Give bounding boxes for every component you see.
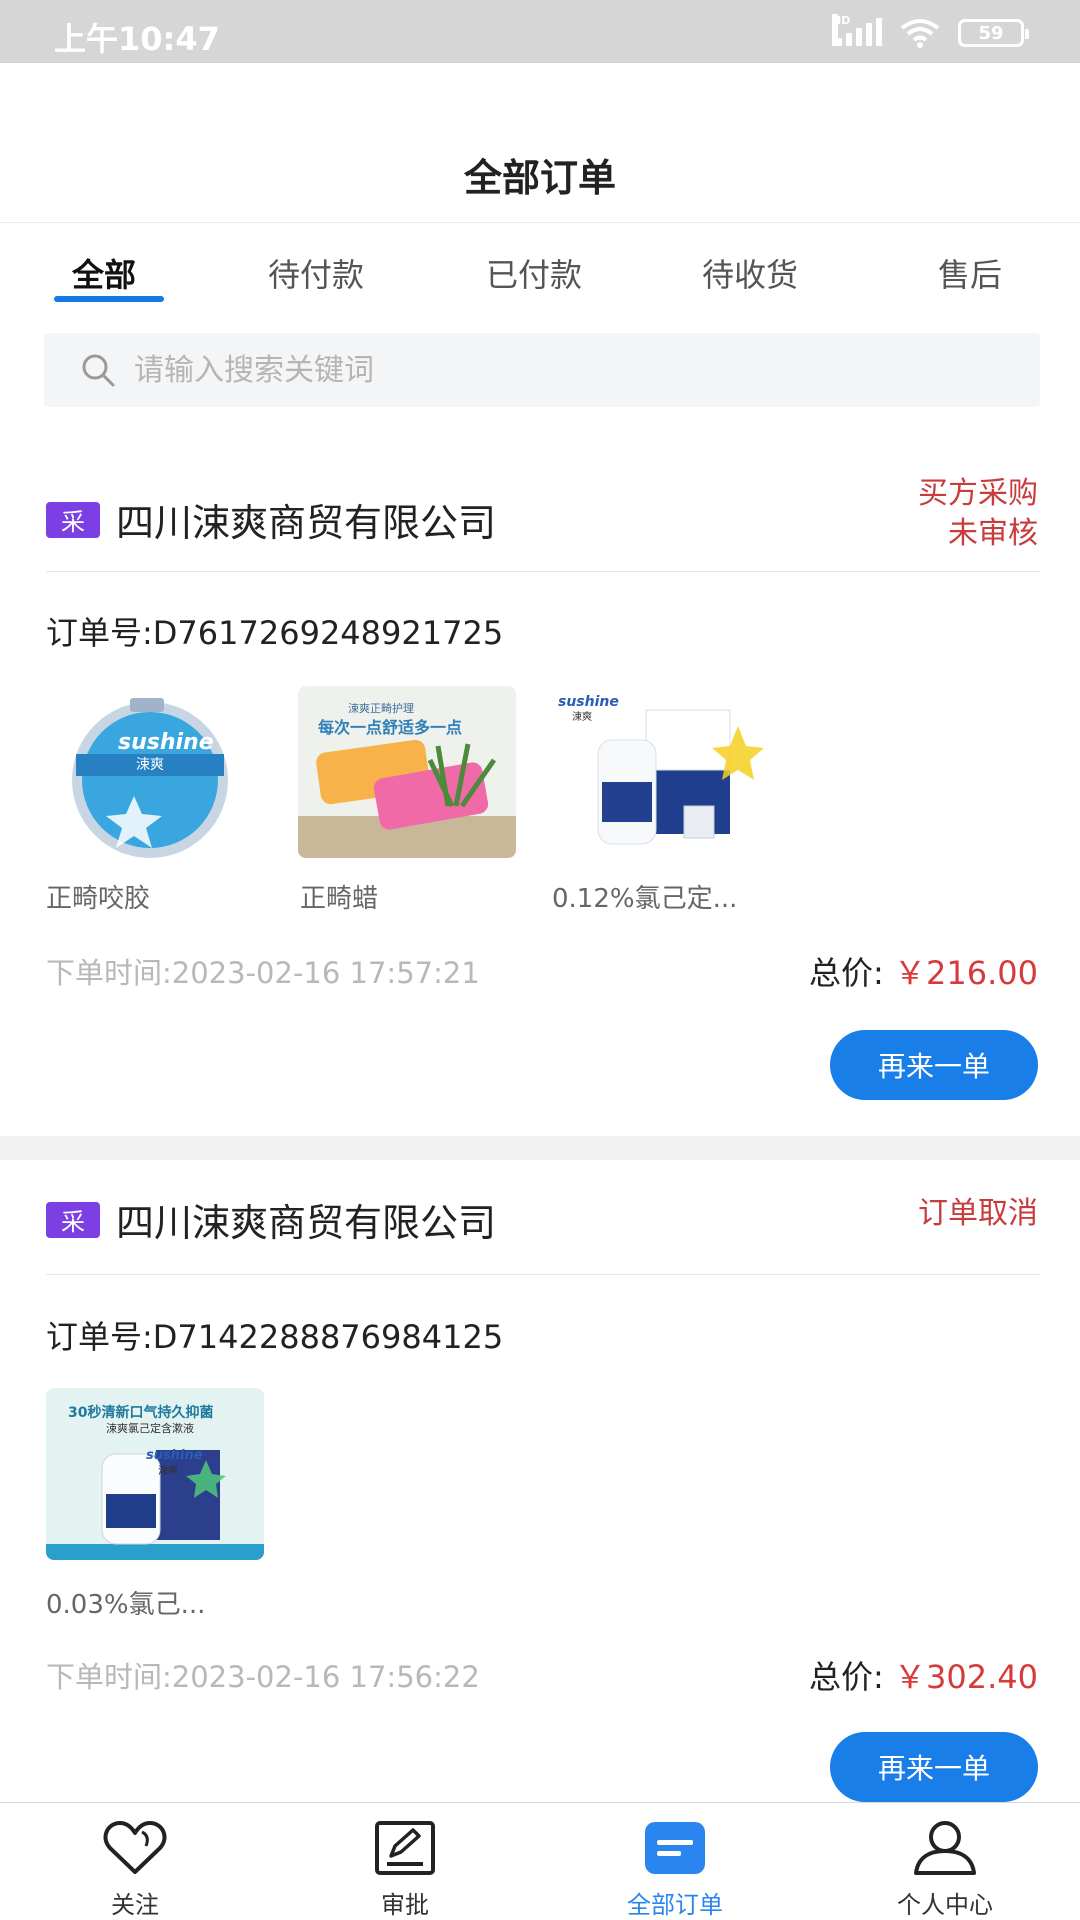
tabbar-item-follow[interactable]: 关注 [0, 1803, 270, 1920]
tab-pending-receipt[interactable]: 待收货 [702, 250, 798, 296]
order-status-line1: 订单取消 [918, 1196, 1038, 1231]
order-status: 买方采购 未审核 [918, 474, 1038, 554]
product-name: 正畸蜡 [300, 884, 379, 914]
user-icon [910, 1817, 980, 1879]
total-label: 总价: [809, 954, 884, 992]
search-icon [82, 354, 115, 387]
status-bar: 上午10:47 HD 59 [0, 0, 1080, 63]
total-amount: ￥216.00 [894, 954, 1038, 992]
order-time: 下单时间:2023-02-16 17:56:22 [46, 1660, 480, 1694]
product-subtitle: 涑爽氯己定含漱液 [106, 1422, 194, 1435]
order-card[interactable]: 采 四川涑爽商贸有限公司 订单取消 订单号:D7142288876984125 … [0, 1160, 1080, 1802]
tab-after-sales[interactable]: 售后 [938, 250, 1002, 296]
product-brand-cn: 涑爽 [158, 1466, 178, 1477]
heart-icon [100, 1817, 170, 1879]
page-header: 全部订单 [0, 63, 1080, 223]
card-separator [0, 1136, 1080, 1160]
shop-row[interactable]: 采 四川涑爽商贸有限公司 [46, 1192, 496, 1247]
tab-all[interactable]: 全部 [72, 250, 136, 296]
order-total: 总价: ￥302.40 [809, 1652, 1038, 1698]
order-status-line1: 买方采购 [918, 476, 1038, 511]
edit-icon [370, 1817, 440, 1879]
tabbar-label: 关注 [111, 1891, 159, 1919]
order-number: 订单号:D7142288876984125 [46, 1318, 504, 1356]
tab-pending-payment[interactable]: 待付款 [268, 250, 364, 296]
order-status-line2: 未审核 [948, 516, 1038, 551]
product-brand-cn: 涑爽 [136, 757, 164, 773]
bottom-tab-bar: 关注 审批 全部订单 个人中心 [0, 1802, 1080, 1920]
order-tabs: 全部 待付款 已付款 待收货 售后 [0, 224, 1080, 314]
tabbar-label: 全部订单 [627, 1891, 723, 1919]
product-name: 正畸咬胶 [46, 884, 151, 914]
status-time: 上午10:47 [54, 20, 220, 58]
product-banner: 30秒清新口气持久抑菌 [68, 1405, 214, 1421]
tabbar-item-all-orders[interactable]: 全部订单 [540, 1803, 810, 1920]
product-name: 0.03%氯己... [46, 1590, 206, 1620]
tabbar-item-approval[interactable]: 审批 [270, 1803, 540, 1920]
tabbar-label: 个人中心 [897, 1891, 993, 1919]
divider [46, 571, 1040, 572]
purchase-tag: 采 [46, 501, 100, 538]
system-indicators: HD 59 [832, 14, 1029, 48]
total-amount: ￥302.40 [894, 1658, 1038, 1696]
order-card[interactable]: 采 四川涑爽商贸有限公司 买方采购 未审核 订单号:D7617269248921… [0, 440, 1080, 1136]
wifi-icon [900, 19, 940, 48]
tab-paid[interactable]: 已付款 [486, 250, 582, 296]
signal-icon: HD [832, 14, 882, 48]
reorder-button[interactable]: 再来一单 [830, 1732, 1038, 1802]
product-image[interactable]: sushine 涑爽 [550, 686, 768, 858]
order-total: 总价: ￥216.00 [809, 948, 1038, 994]
shop-row[interactable]: 采 四川涑爽商贸有限公司 [46, 492, 496, 547]
product-brand-cn: 涑爽 [572, 712, 592, 723]
product-brand: sushine [146, 1448, 203, 1463]
order-time: 下单时间:2023-02-16 17:57:21 [46, 956, 480, 990]
shop-name[interactable]: 四川涑爽商贸有限公司 [116, 1192, 496, 1247]
purchase-tag: 采 [46, 1201, 100, 1238]
tabbar-label: 审批 [381, 1891, 429, 1919]
page-title: 全部订单 [463, 156, 616, 200]
battery-level: 59 [978, 22, 1004, 44]
tabbar-item-profile[interactable]: 个人中心 [810, 1803, 1080, 1920]
tab-indicator [54, 296, 164, 302]
reorder-button[interactable]: 再来一单 [830, 1030, 1038, 1100]
total-label: 总价: [809, 1658, 884, 1696]
product-name: 0.12%氯己定... [552, 884, 738, 914]
search-input[interactable] [134, 352, 934, 388]
battery-icon: 59 [958, 19, 1029, 47]
order-status: 订单取消 [918, 1194, 1038, 1234]
product-brand: sushine [118, 730, 214, 755]
product-image[interactable]: 涑爽正畸护理 每次一点舒适多一点 [298, 686, 516, 858]
divider [46, 1274, 1040, 1275]
shop-name[interactable]: 四川涑爽商贸有限公司 [116, 492, 496, 547]
product-image[interactable]: sushine 涑爽 [46, 686, 264, 858]
search-bar[interactable] [44, 333, 1040, 407]
product-image[interactable]: 30秒清新口气持久抑菌 涑爽氯己定含漱液 sushine 涑爽 [46, 1388, 264, 1560]
orders-icon [640, 1817, 710, 1879]
order-number: 订单号:D7617269248921725 [46, 614, 504, 652]
product-banner: 每次一点舒适多一点 [318, 718, 463, 737]
